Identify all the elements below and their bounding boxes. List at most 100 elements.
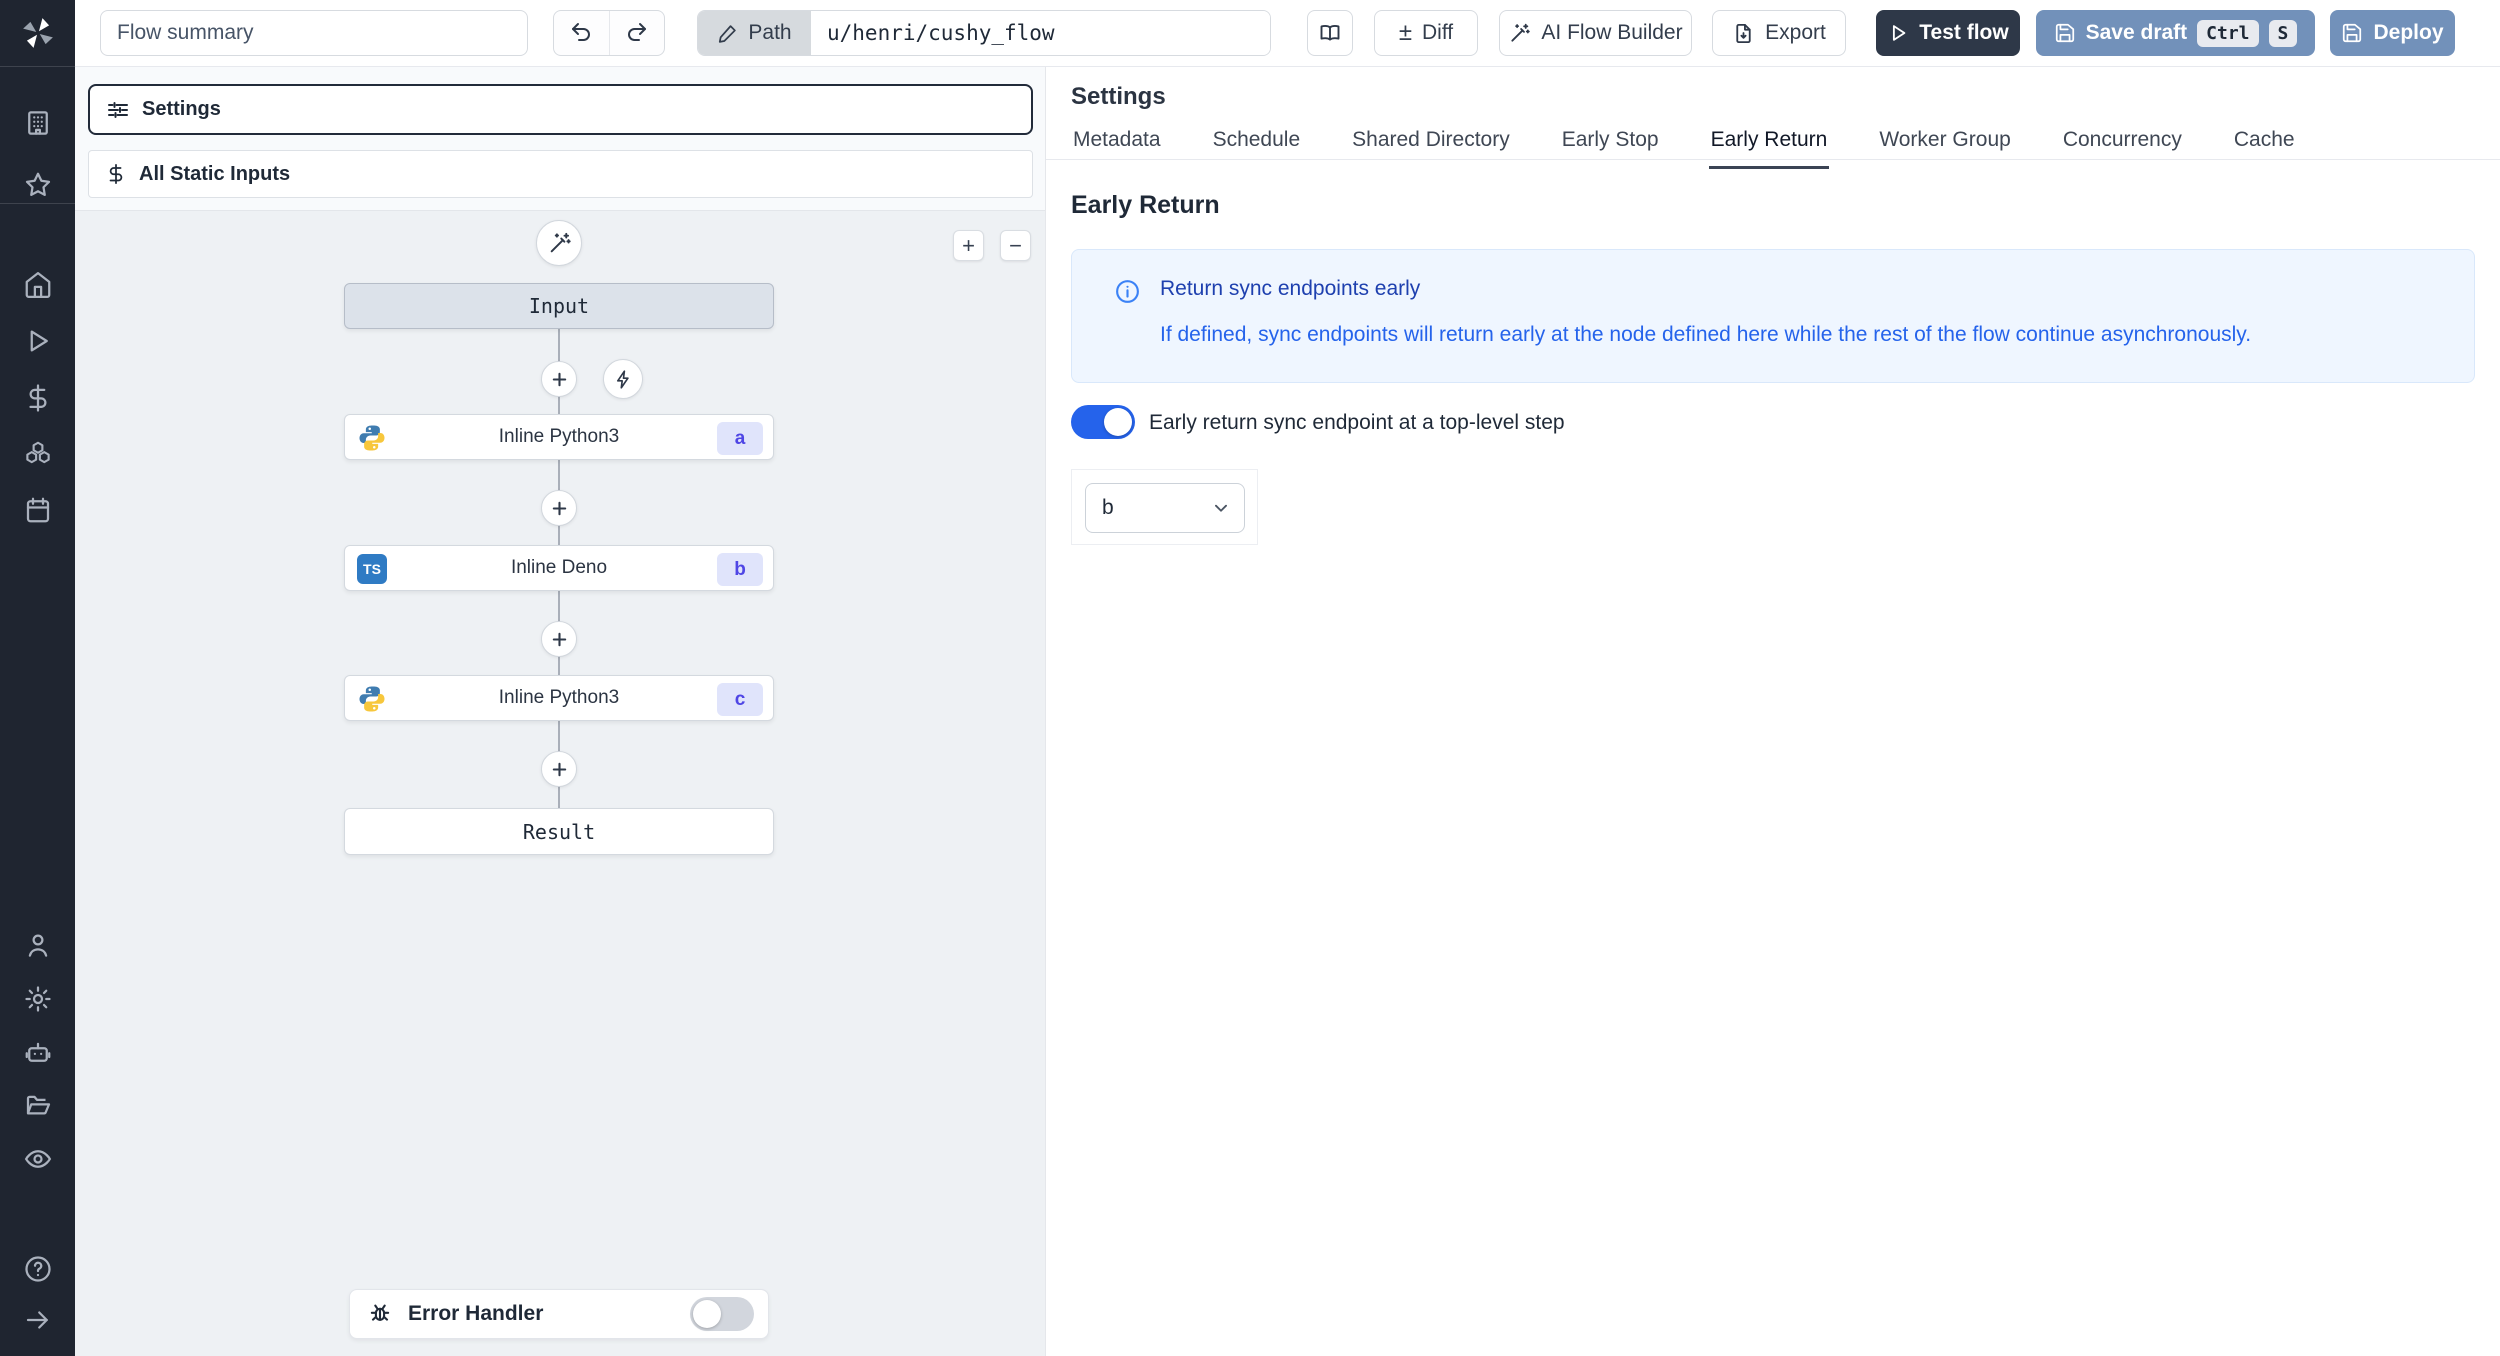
tab-metadata[interactable]: Metadata xyxy=(1071,122,1163,169)
flow-settings-button[interactable]: Settings xyxy=(88,84,1033,135)
edit-path-button[interactable]: Path xyxy=(698,11,811,55)
redo-button[interactable] xyxy=(608,11,665,55)
undo-icon xyxy=(572,23,591,41)
zoom-out-button[interactable]: − xyxy=(1000,230,1031,261)
toggle-knob xyxy=(1104,408,1132,436)
early-return-info-box: Return sync endpoints early If defined, … xyxy=(1071,249,2475,383)
flow-summary-input[interactable] xyxy=(100,10,528,56)
bug-icon xyxy=(370,1304,390,1321)
settings-panel: Settings Metadata Schedule Shared Direct… xyxy=(1046,67,2500,1356)
save-draft-label: Save draft xyxy=(2085,21,2188,44)
zoom-in-button[interactable]: + xyxy=(953,230,984,261)
collapse-arrow-icon[interactable] xyxy=(20,1302,56,1338)
add-step-button[interactable] xyxy=(541,751,577,787)
error-handler[interactable]: Error Handler xyxy=(349,1289,769,1339)
error-handler-label: Error Handler xyxy=(408,1302,544,1325)
home-icon[interactable] xyxy=(20,267,56,303)
plus-icon xyxy=(552,372,566,386)
tab-concurrency[interactable]: Concurrency xyxy=(2061,122,2184,169)
undo-button[interactable] xyxy=(554,11,609,55)
tabs-divider xyxy=(1046,159,2500,160)
export-label: Export xyxy=(1765,21,1826,44)
path-label: Path xyxy=(748,21,792,44)
minus-icon: − xyxy=(1009,232,1022,258)
sidebar-divider xyxy=(0,203,75,204)
user-icon[interactable] xyxy=(20,927,56,963)
ai-flow-builder-button[interactable]: AI Flow Builder xyxy=(1499,10,1692,56)
early-return-title: Early Return xyxy=(1071,191,1220,219)
docs-button[interactable] xyxy=(1307,10,1353,56)
info-title: Return sync endpoints early xyxy=(1160,277,1421,300)
help-icon[interactable] xyxy=(20,1251,56,1287)
tab-early-stop[interactable]: Early Stop xyxy=(1560,122,1661,169)
resources-cubes-icon[interactable] xyxy=(20,436,56,472)
step-select-value: b xyxy=(1102,496,1114,519)
plus-icon xyxy=(552,501,566,515)
pencil-icon xyxy=(719,25,737,43)
tab-shared-directory[interactable]: Shared Directory xyxy=(1350,122,1512,169)
all-static-inputs-button[interactable]: All Static Inputs xyxy=(88,150,1033,198)
zap-icon xyxy=(616,369,629,389)
save-icon xyxy=(2055,23,2074,43)
star-icon[interactable] xyxy=(20,167,56,203)
sidebar xyxy=(0,0,75,1356)
add-step-button[interactable] xyxy=(541,361,577,397)
robot-icon[interactable] xyxy=(20,1034,56,1070)
all-static-inputs-label: All Static Inputs xyxy=(139,162,291,185)
wand-sparkles-icon xyxy=(1511,23,1531,42)
flow-graph[interactable]: + − Input Inline Python3 a TS Inline Den… xyxy=(75,210,1045,1356)
step-select-dropdown[interactable]: b xyxy=(1085,483,1245,533)
node-id-badge: b xyxy=(717,553,763,586)
node-result[interactable]: Result xyxy=(344,808,774,855)
node-step-b[interactable]: TS Inline Deno b xyxy=(344,545,774,591)
folder-icon[interactable] xyxy=(20,1087,56,1123)
test-flow-button[interactable]: Test flow xyxy=(1876,10,2020,56)
settings-gear-icon[interactable] xyxy=(20,981,56,1017)
trigger-button[interactable] xyxy=(603,359,643,399)
step-select-container: b xyxy=(1071,469,1258,545)
chevron-down-icon xyxy=(1215,504,1227,512)
ai-flow-builder-label: AI Flow Builder xyxy=(1541,21,1683,44)
building-icon[interactable] xyxy=(20,105,56,141)
tab-schedule[interactable]: Schedule xyxy=(1211,122,1303,169)
kbd-ctrl: Ctrl xyxy=(2197,19,2259,47)
diff-button[interactable]: ± Diff xyxy=(1374,10,1478,56)
export-button[interactable]: Export xyxy=(1712,10,1846,56)
add-step-button[interactable] xyxy=(541,490,577,526)
node-label: Inline Python3 xyxy=(498,687,620,708)
tab-worker-group[interactable]: Worker Group xyxy=(1877,122,2013,169)
sliders-icon xyxy=(108,101,128,118)
early-return-toggle-label: Early return sync endpoint at a top-leve… xyxy=(1149,411,1565,434)
node-label: Result xyxy=(522,819,596,844)
node-label: Inline Deno xyxy=(510,557,608,578)
info-body: If defined, sync endpoints will return e… xyxy=(1160,323,2252,346)
eye-icon[interactable] xyxy=(20,1141,56,1177)
node-step-a[interactable]: Inline Python3 a xyxy=(344,414,774,460)
tab-early-return[interactable]: Early Return xyxy=(1708,122,1830,169)
variables-dollar-icon[interactable] xyxy=(20,380,56,416)
node-id-badge: a xyxy=(717,422,763,455)
node-input[interactable]: Input xyxy=(344,283,774,329)
tab-cache[interactable]: Cache xyxy=(2232,122,2297,169)
plus-icon: + xyxy=(962,232,975,258)
graph-ai-wand-button[interactable] xyxy=(536,220,582,266)
plus-icon xyxy=(552,632,566,646)
early-return-toggle[interactable] xyxy=(1071,405,1135,439)
deploy-label: Deploy xyxy=(2373,21,2444,44)
save-icon xyxy=(2343,23,2362,43)
schedules-calendar-icon[interactable] xyxy=(20,492,56,528)
deploy-button[interactable]: Deploy xyxy=(2330,10,2455,56)
runs-play-icon[interactable] xyxy=(20,323,56,359)
error-handler-toggle[interactable] xyxy=(690,1297,754,1331)
wand-sparkles-icon xyxy=(550,232,571,252)
node-step-c[interactable]: Inline Python3 c xyxy=(344,675,774,721)
diff-label: Diff xyxy=(1422,21,1454,44)
path-input[interactable] xyxy=(811,11,1270,55)
windmill-flow-editor: Path ± Diff AI Flow Builder Export xyxy=(0,0,2500,1356)
node-id-badge: c xyxy=(717,683,763,716)
save-draft-button[interactable]: Save draft Ctrl S xyxy=(2036,10,2315,56)
add-step-button[interactable] xyxy=(541,621,577,657)
dollar-icon xyxy=(109,163,123,185)
windmill-logo-icon[interactable] xyxy=(17,12,59,54)
kbd-s: S xyxy=(2268,19,2298,47)
